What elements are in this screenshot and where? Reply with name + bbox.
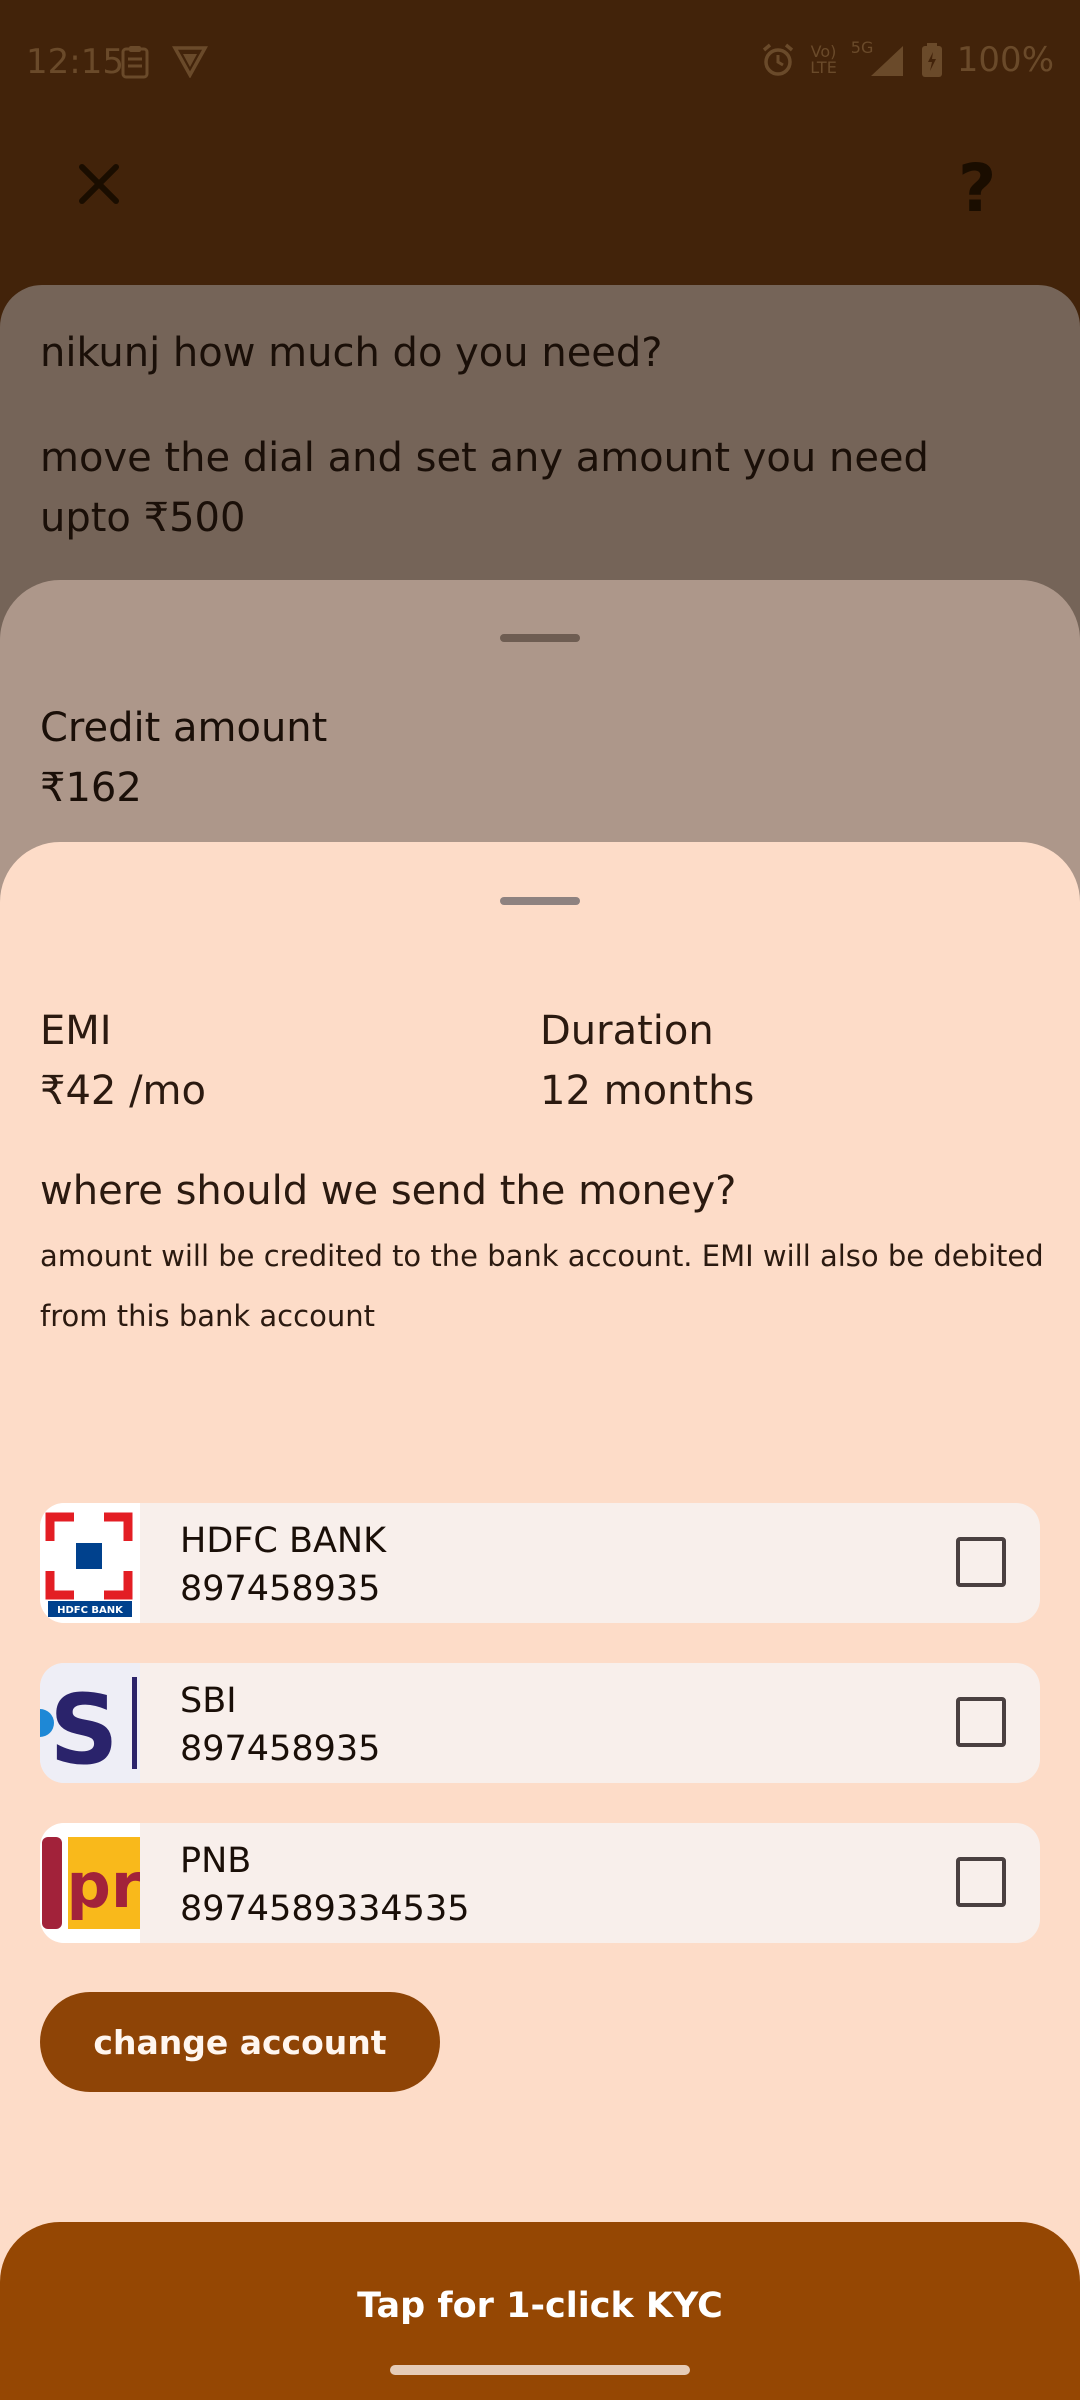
emi-value: ₹42 /mo — [40, 1068, 206, 1114]
bank-account-number: 8974589334535 — [180, 1889, 470, 1929]
battery-percent: 100% — [956, 40, 1054, 80]
credit-sheet-drag-handle[interactable] — [500, 634, 580, 642]
duration-label: Duration — [540, 1008, 714, 1054]
bank-name: SBI — [180, 1681, 237, 1721]
bank-select-checkbox[interactable] — [956, 1857, 1006, 1907]
bank-account-number: 897458935 — [180, 1729, 381, 1769]
send-money-description: amount will be credited to the bank acco… — [40, 1239, 1044, 1333]
status-bar: 12:15 Vo) LTE 5G 100% — [0, 0, 1080, 124]
signal-icon: 5G — [851, 40, 907, 80]
volte-indicator: Vo) LTE — [810, 42, 837, 77]
bank-account-number: 897458935 — [180, 1569, 381, 1609]
bank-sheet-drag-handle[interactable] — [500, 897, 580, 905]
gesture-navigation-bar[interactable] — [390, 2365, 690, 2375]
duration-value: 12 months — [540, 1068, 755, 1114]
bank-select-checkbox[interactable] — [956, 1697, 1006, 1747]
kyc-button-label: Tap for 1-click KYC — [357, 2286, 723, 2326]
help-button[interactable]: ? — [958, 150, 996, 227]
send-money-title: where should we send the money? — [40, 1168, 737, 1214]
credit-amount-label: Credit amount — [40, 705, 328, 751]
status-right-icons: Vo) LTE 5G 100% — [760, 40, 1054, 80]
bank-name: PNB — [180, 1841, 252, 1881]
sbi-bank-logo: S — [40, 1663, 140, 1783]
svg-text:pr: pr — [67, 1849, 140, 1922]
bank-option-hdfc[interactable]: HDFC BANK HDFC BANK 897458935 — [40, 1503, 1040, 1623]
bank-option-sbi[interactable]: S SBI 897458935 — [40, 1663, 1040, 1783]
amount-subtitle: move the dial and set any amount you nee… — [40, 435, 929, 541]
bank-option-pnb[interactable]: pr PNB 8974589334535 — [40, 1823, 1040, 1943]
svg-text:HDFC BANK: HDFC BANK — [57, 1605, 124, 1616]
pnb-bank-logo: pr — [40, 1823, 140, 1943]
close-button[interactable] — [70, 155, 128, 213]
status-left-icons — [120, 44, 208, 80]
emi-label: EMI — [40, 1008, 112, 1054]
change-account-button[interactable]: change account — [40, 1992, 440, 2092]
battery-icon — [921, 43, 942, 77]
status-time: 12:15 — [26, 42, 124, 82]
bank-select-checkbox[interactable] — [956, 1537, 1006, 1587]
credit-amount-value: ₹162 — [40, 765, 142, 811]
hdfc-bank-logo: HDFC BANK — [40, 1503, 140, 1623]
clipboard-icon — [121, 46, 149, 79]
bank-name: HDFC BANK — [180, 1521, 387, 1561]
alarm-icon — [763, 43, 794, 76]
vpn-icon — [172, 46, 208, 78]
close-icon — [79, 164, 119, 204]
svg-text:S: S — [49, 1674, 118, 1783]
amount-question: nikunj how much do you need? — [40, 330, 663, 376]
